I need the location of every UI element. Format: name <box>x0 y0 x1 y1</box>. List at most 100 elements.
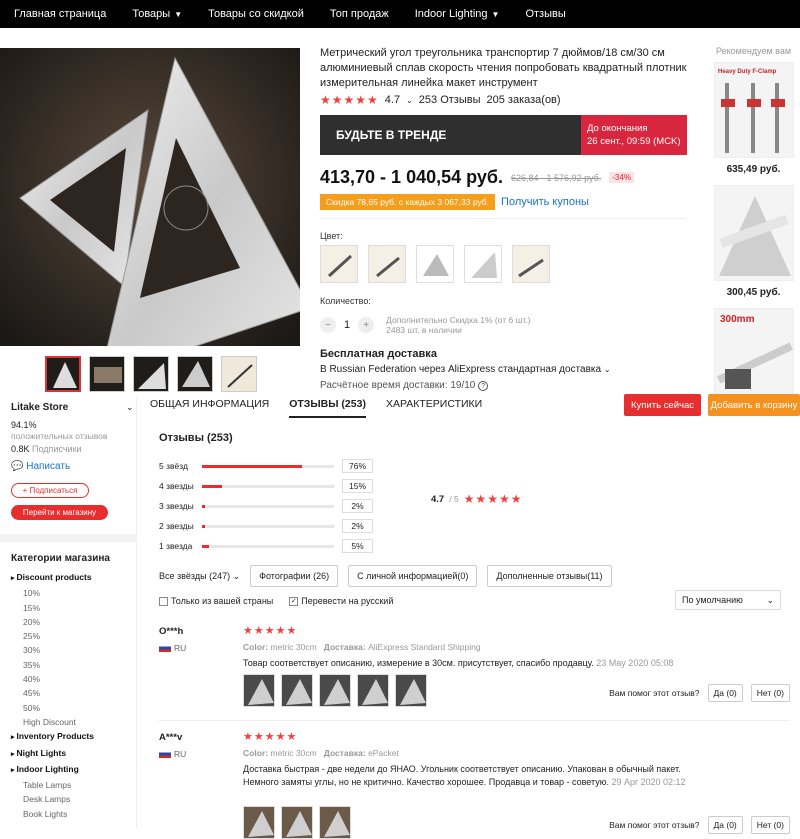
caret-icon: ▸ <box>11 750 17 758</box>
thumbnail[interactable] <box>177 356 213 392</box>
nav-home[interactable]: Главная страница <box>14 8 106 20</box>
review-author: A***v <box>159 732 183 743</box>
thumbnail[interactable] <box>221 356 257 392</box>
go-to-store-button[interactable]: Перейти к магазину <box>11 505 108 520</box>
filter-photos[interactable]: Фотографии (26) <box>250 565 339 587</box>
add-to-cart-button[interactable]: Добавить в корзину <box>708 394 800 416</box>
rating-bar-row[interactable]: 4 звезды 15% <box>159 476 373 496</box>
nav-indoor-lighting[interactable]: Indoor Lighting ▼ <box>415 8 500 20</box>
rating-row: ★★★★★ 4.7 ⌄ 253 Отзывы 205 заказа(ов) <box>320 93 561 107</box>
rating-bar-fill <box>202 544 209 548</box>
review-photos <box>243 674 427 707</box>
helpful-yes-button[interactable]: Да (0) <box>707 816 743 834</box>
category-item[interactable]: 35% <box>11 658 94 672</box>
rating-bar-row[interactable]: 2 звезды 2% <box>159 516 373 536</box>
rating-bar-row[interactable]: 5 звёзд 76% <box>159 456 373 476</box>
category-item[interactable]: 10% <box>11 586 94 600</box>
recommended-item-image[interactable]: Heavy Duty F-Clamp <box>713 62 794 158</box>
decrease-button[interactable]: − <box>320 317 336 333</box>
rating-bar-fill <box>202 464 303 468</box>
review-date: 29 Apr 2020 02:12 <box>611 777 686 787</box>
review-photo[interactable] <box>243 674 275 707</box>
category-item[interactable]: 50% <box>11 701 94 715</box>
rating-value: 4.7 <box>384 94 401 106</box>
chevron-down-icon[interactable]: ⌄ <box>126 402 134 413</box>
filter-additional[interactable]: Дополненные отзывы(11) <box>487 565 612 587</box>
translate-checkbox[interactable]: ✓ Перевести на русский <box>289 596 393 607</box>
rating-bar-row[interactable]: 3 звезды 2% <box>159 496 373 516</box>
recommended-panel: Рекомендуем вам Heavy Duty F-Clamp 635,4… <box>707 46 800 404</box>
rating-bar-row[interactable]: 1 звезда 5% <box>159 536 373 556</box>
category-group[interactable]: ▸ Discount products <box>11 570 94 586</box>
product-main-image[interactable] <box>0 48 300 346</box>
tab-specifications[interactable]: ХАРАКТЕРИСТИКИ <box>386 398 482 418</box>
flag-icon <box>159 644 171 652</box>
category-group[interactable]: ▸ Inventory Products <box>11 729 94 745</box>
review-photo[interactable] <box>319 806 351 839</box>
recommended-title: Рекомендуем вам <box>715 46 792 56</box>
review-photo[interactable] <box>281 806 313 839</box>
get-coupons-link[interactable]: Получить купоны <box>501 196 589 208</box>
category-item[interactable]: Book Lights <box>11 807 94 821</box>
category-item[interactable]: 30% <box>11 643 94 657</box>
recommended-item-label: 300mm <box>720 314 755 325</box>
color-swatch[interactable] <box>512 245 550 283</box>
category-item[interactable]: 20% <box>11 615 94 629</box>
coupon-row: Скидка 78,65 руб. с каждых 3 067,33 руб.… <box>320 194 589 210</box>
thumbnail[interactable] <box>45 356 81 392</box>
nav-reviews[interactable]: Отзывы <box>525 8 565 20</box>
color-swatch[interactable] <box>320 245 358 283</box>
quantity-value[interactable]: 1 <box>344 319 350 331</box>
recommended-item-image[interactable]: 300mm <box>713 308 794 404</box>
nav-top-sales[interactable]: Топ продаж <box>330 8 389 20</box>
banner-title: БУДЬТЕ В ТРЕНДЕ <box>320 115 581 155</box>
category-item[interactable]: 45% <box>11 686 94 700</box>
filter-personal-info[interactable]: С личной информацией(0) <box>348 565 478 587</box>
subscribe-button[interactable]: + Подписаться <box>11 483 89 498</box>
only-country-checkbox[interactable]: Только из вашей страны <box>159 596 273 607</box>
category-group[interactable]: ▸ Night Lights <box>11 746 94 762</box>
review-photo[interactable] <box>395 674 427 707</box>
helpful-no-button[interactable]: Нет (0) <box>750 816 790 834</box>
nav-discounts[interactable]: Товары со скидкой <box>208 8 304 20</box>
color-swatch[interactable] <box>464 245 502 283</box>
reviews-count[interactable]: 253 Отзывы <box>419 94 481 106</box>
recommended-item-image[interactable] <box>713 185 794 281</box>
review-photo[interactable] <box>319 674 351 707</box>
category-item[interactable]: Table Lamps <box>11 778 94 792</box>
category-item[interactable]: 25% <box>11 629 94 643</box>
write-message-link[interactable]: 💬 Написать <box>11 461 70 472</box>
category-group[interactable]: ▸ Indoor Lighting <box>11 762 94 778</box>
helpful-no-button[interactable]: Нет (0) <box>750 684 790 702</box>
review-photo[interactable] <box>357 674 389 707</box>
rating-bar-percent: 2% <box>342 519 373 533</box>
filter-all-stars[interactable]: Все звёзды (247) ⌄ <box>159 571 240 582</box>
help-icon[interactable]: ? <box>478 381 489 391</box>
tab-reviews[interactable]: ОТЗЫВЫ (253) <box>289 398 366 418</box>
chevron-down-icon[interactable]: ⌄ <box>406 96 413 105</box>
quantity-note: Дополнительно Скидка 1% (от 6 шт.) 2483 … <box>386 315 531 335</box>
category-item[interactable]: High Discount <box>11 715 94 729</box>
buy-now-button[interactable]: Купить сейчас <box>624 394 701 416</box>
category-item[interactable]: 40% <box>11 672 94 686</box>
category-item[interactable]: Desk Lamps <box>11 792 94 806</box>
shipping-method[interactable]: В Russian Federation через AliExpress ст… <box>320 364 611 375</box>
category-item[interactable]: 15% <box>11 601 94 615</box>
helpful-yes-button[interactable]: Да (0) <box>707 684 743 702</box>
sort-select[interactable]: По умолчанию ⌄ <box>675 590 781 610</box>
color-swatch[interactable] <box>416 245 454 283</box>
increase-button[interactable]: + <box>358 317 375 333</box>
rating-bar-fill <box>202 524 205 528</box>
caret-icon: ▸ <box>11 734 17 742</box>
thumbnail[interactable] <box>89 356 125 392</box>
store-name[interactable]: Litake Store <box>11 402 68 413</box>
review-photo[interactable] <box>243 806 275 839</box>
tab-general-info[interactable]: ОБЩАЯ ИНФОРМАЦИЯ <box>150 398 269 418</box>
rating-bar-label: 2 звезды <box>159 521 194 531</box>
thumbnail[interactable] <box>133 356 169 392</box>
color-swatch[interactable] <box>368 245 406 283</box>
helpful-question: Вам помог этот отзыв? <box>609 820 700 830</box>
review-photo[interactable] <box>281 674 313 707</box>
nav-products[interactable]: Товары ▼ <box>132 8 182 20</box>
chevron-down-icon: ▼ <box>491 9 500 19</box>
